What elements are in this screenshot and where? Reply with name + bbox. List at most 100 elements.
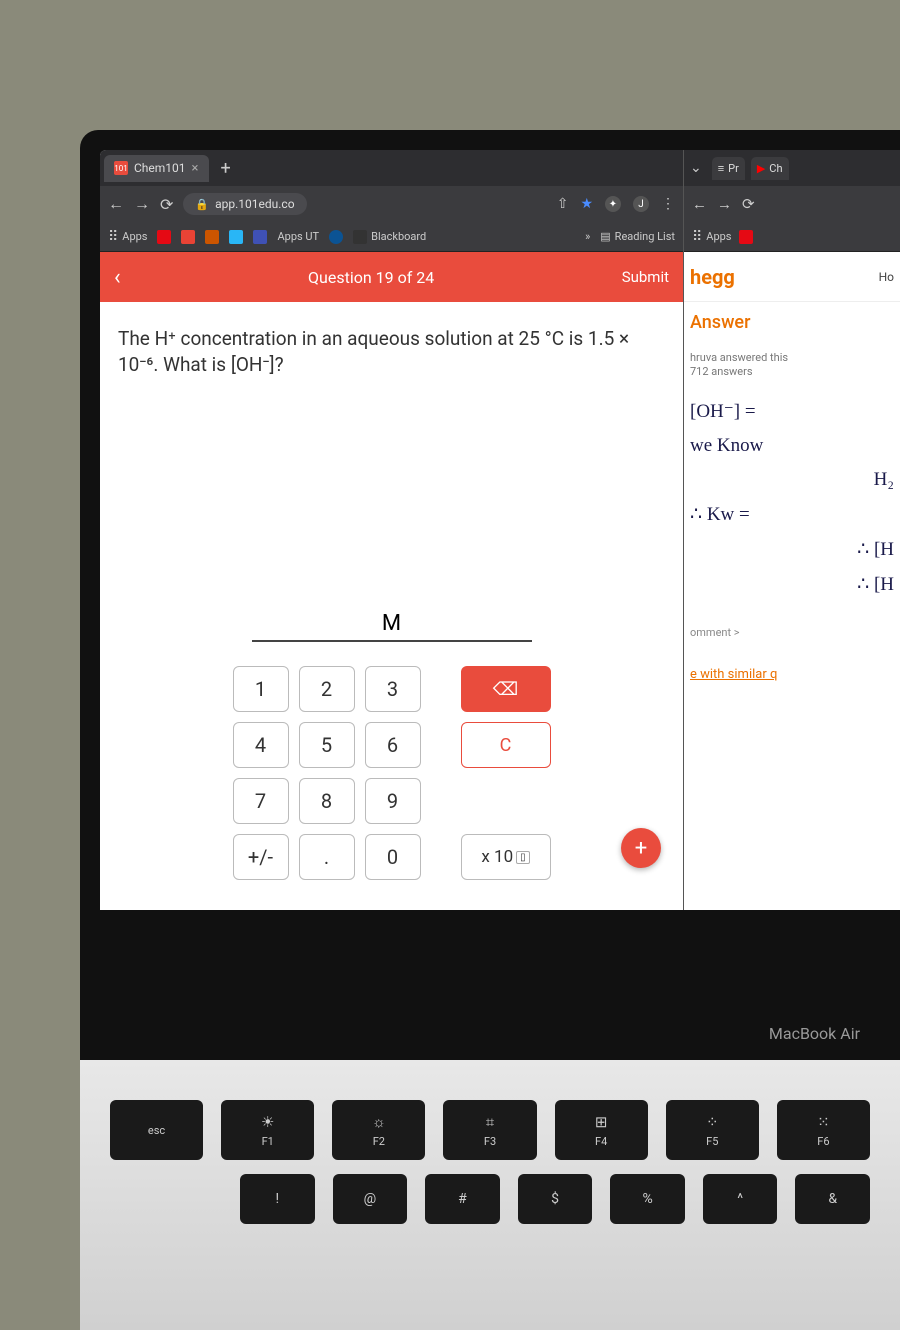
hand-line-6: ∴ [H bbox=[690, 573, 894, 596]
keypad: 1 2 3 4 5 6 7 8 9 +/- . bbox=[233, 666, 421, 880]
similar-link[interactable]: e with similar q bbox=[690, 667, 894, 682]
chegg-logo[interactable]: hegg bbox=[690, 265, 735, 289]
tab-dropdown-icon[interactable]: ⌄ bbox=[690, 160, 702, 176]
key-9[interactable]: 9 bbox=[365, 778, 421, 824]
answer-meta: hruva answered this 712 answers bbox=[690, 351, 894, 380]
tab-favicon: 101 bbox=[114, 161, 128, 175]
menu-icon[interactable]: ⋮ bbox=[661, 196, 675, 212]
hw-numkey-6: & bbox=[795, 1174, 870, 1224]
hw-numkey-0: ! bbox=[240, 1174, 315, 1224]
key-1[interactable]: 1 bbox=[233, 666, 289, 712]
share-icon[interactable]: ⇧ bbox=[557, 196, 569, 212]
key-3[interactable]: 3 bbox=[365, 666, 421, 712]
tab-pr[interactable]: ≡Pr bbox=[712, 157, 745, 180]
fab-add-button[interactable]: + bbox=[621, 828, 661, 868]
key-6[interactable]: 6 bbox=[365, 722, 421, 768]
list-icon: ▤ bbox=[600, 230, 610, 243]
chegg-header: hegg Ho bbox=[684, 252, 900, 302]
bookmarks-bar: Apps Apps UT Blackboard » ▤ Reading List bbox=[100, 222, 683, 252]
grid-icon bbox=[108, 229, 118, 245]
hw-key-f4: ⊞F4 bbox=[555, 1100, 648, 1160]
right-bookmark-n[interactable] bbox=[739, 230, 753, 244]
hand-line-4: ∴ Kw = bbox=[690, 503, 894, 526]
key-plusminus[interactable]: +/- bbox=[233, 834, 289, 880]
clear-button[interactable]: C bbox=[461, 722, 551, 768]
apps-label: Apps bbox=[122, 230, 147, 243]
new-tab-button[interactable]: + bbox=[213, 158, 239, 179]
x10-label: x 10 bbox=[481, 847, 513, 867]
forward-button[interactable]: → bbox=[134, 194, 150, 214]
right-back-button[interactable]: ← bbox=[692, 195, 707, 213]
youtube-icon: ▶ bbox=[757, 162, 765, 175]
extension-icon-2[interactable]: J bbox=[633, 196, 649, 212]
chegg-home-link[interactable]: Ho bbox=[879, 270, 894, 284]
o-icon bbox=[329, 230, 343, 244]
answerer-count: 712 answers bbox=[690, 365, 894, 379]
tab-chem101[interactable]: 101 Chem101 × bbox=[104, 155, 209, 182]
bookmark-star-icon[interactable]: ★ bbox=[580, 196, 593, 212]
bookmark-o[interactable] bbox=[329, 230, 343, 244]
tab-ch[interactable]: ▶Ch bbox=[751, 157, 789, 180]
submit-button[interactable]: Submit bbox=[622, 268, 669, 286]
bookmark-m[interactable] bbox=[181, 230, 195, 244]
x10-button[interactable]: x 10▯ bbox=[461, 834, 551, 880]
ut-icon bbox=[205, 230, 219, 244]
lock-icon: 🔒 bbox=[195, 198, 209, 211]
right-apps-shortcut[interactable]: Apps bbox=[692, 229, 731, 245]
right-forward-button[interactable]: → bbox=[717, 195, 732, 213]
hw-key-f3: ⌗F3 bbox=[443, 1100, 536, 1160]
back-button[interactable]: ← bbox=[108, 194, 124, 214]
key-0[interactable]: 0 bbox=[365, 834, 421, 880]
bookmark-n[interactable] bbox=[157, 230, 171, 244]
hw-key-f5: ⁘F5 bbox=[666, 1100, 759, 1160]
blackboard-icon bbox=[353, 230, 367, 244]
hw-key-esc: esc bbox=[110, 1100, 203, 1160]
netflix-icon bbox=[739, 230, 753, 244]
hw-numkey-4: % bbox=[610, 1174, 685, 1224]
bookmark-e[interactable] bbox=[253, 230, 267, 244]
bookmark-blackboard[interactable]: Blackboard bbox=[353, 230, 426, 244]
key-7[interactable]: 7 bbox=[233, 778, 289, 824]
key-dot[interactable]: . bbox=[299, 834, 355, 880]
tab-title: Chem101 bbox=[134, 161, 186, 175]
right-address-bar: ← → ⟳ bbox=[684, 186, 900, 222]
answer-input[interactable]: M bbox=[252, 611, 532, 642]
list-icon: ≡ bbox=[718, 162, 724, 175]
chegg-body: Answer hruva answered this 712 answers [… bbox=[684, 302, 900, 692]
apps-ut-label: Apps UT bbox=[277, 230, 319, 243]
hand-line-3: H₂ bbox=[690, 469, 894, 491]
answer-heading: Answer bbox=[690, 312, 894, 333]
bookmark-overflow[interactable]: » bbox=[585, 230, 590, 243]
backspace-button[interactable]: ⌫ bbox=[461, 666, 551, 712]
bookmark-t[interactable] bbox=[205, 230, 219, 244]
blackboard-label: Blackboard bbox=[371, 230, 426, 243]
extension-icon-1[interactable]: ✦ bbox=[605, 196, 621, 212]
grid-icon bbox=[692, 229, 702, 245]
app-back-button[interactable]: ‹ bbox=[114, 265, 121, 290]
hw-key-f1: ☀F1 bbox=[221, 1100, 314, 1160]
hand-line-2: we Know bbox=[690, 435, 894, 457]
bookmark-ext[interactable] bbox=[229, 230, 243, 244]
right-tab-strip: ⌄ ≡Pr ▶Ch bbox=[684, 150, 900, 186]
tab-strip: 101 Chem101 × + bbox=[100, 150, 683, 186]
comment-link[interactable]: omment > bbox=[690, 626, 894, 639]
reload-button[interactable]: ⟳ bbox=[160, 195, 173, 214]
answerer-name: hruva answered this bbox=[690, 351, 894, 365]
bookmark-apps-ut[interactable]: Apps UT bbox=[277, 230, 319, 243]
close-icon[interactable]: × bbox=[192, 161, 199, 176]
url-text: app.101edu.co bbox=[215, 197, 294, 211]
key-2[interactable]: 2 bbox=[299, 666, 355, 712]
key-5[interactable]: 5 bbox=[299, 722, 355, 768]
key-4[interactable]: 4 bbox=[233, 722, 289, 768]
hand-line-5: ∴ [H bbox=[690, 538, 894, 561]
reading-list-label: Reading List bbox=[615, 230, 675, 243]
keyboard: MacBook Air esc☀F1☼F2⌗F3⊞F4⁘F5⁙F6 !@#$%^… bbox=[80, 1060, 900, 1330]
hw-numkey-1: @ bbox=[333, 1174, 408, 1224]
url-field[interactable]: 🔒 app.101edu.co bbox=[183, 193, 306, 215]
reading-list[interactable]: ▤ Reading List bbox=[600, 230, 675, 243]
right-bookmarks-bar: Apps bbox=[684, 222, 900, 252]
key-8[interactable]: 8 bbox=[299, 778, 355, 824]
right-reload-button[interactable]: ⟳ bbox=[742, 195, 755, 213]
hw-numkey-5: ^ bbox=[703, 1174, 778, 1224]
apps-shortcut[interactable]: Apps bbox=[108, 229, 147, 245]
